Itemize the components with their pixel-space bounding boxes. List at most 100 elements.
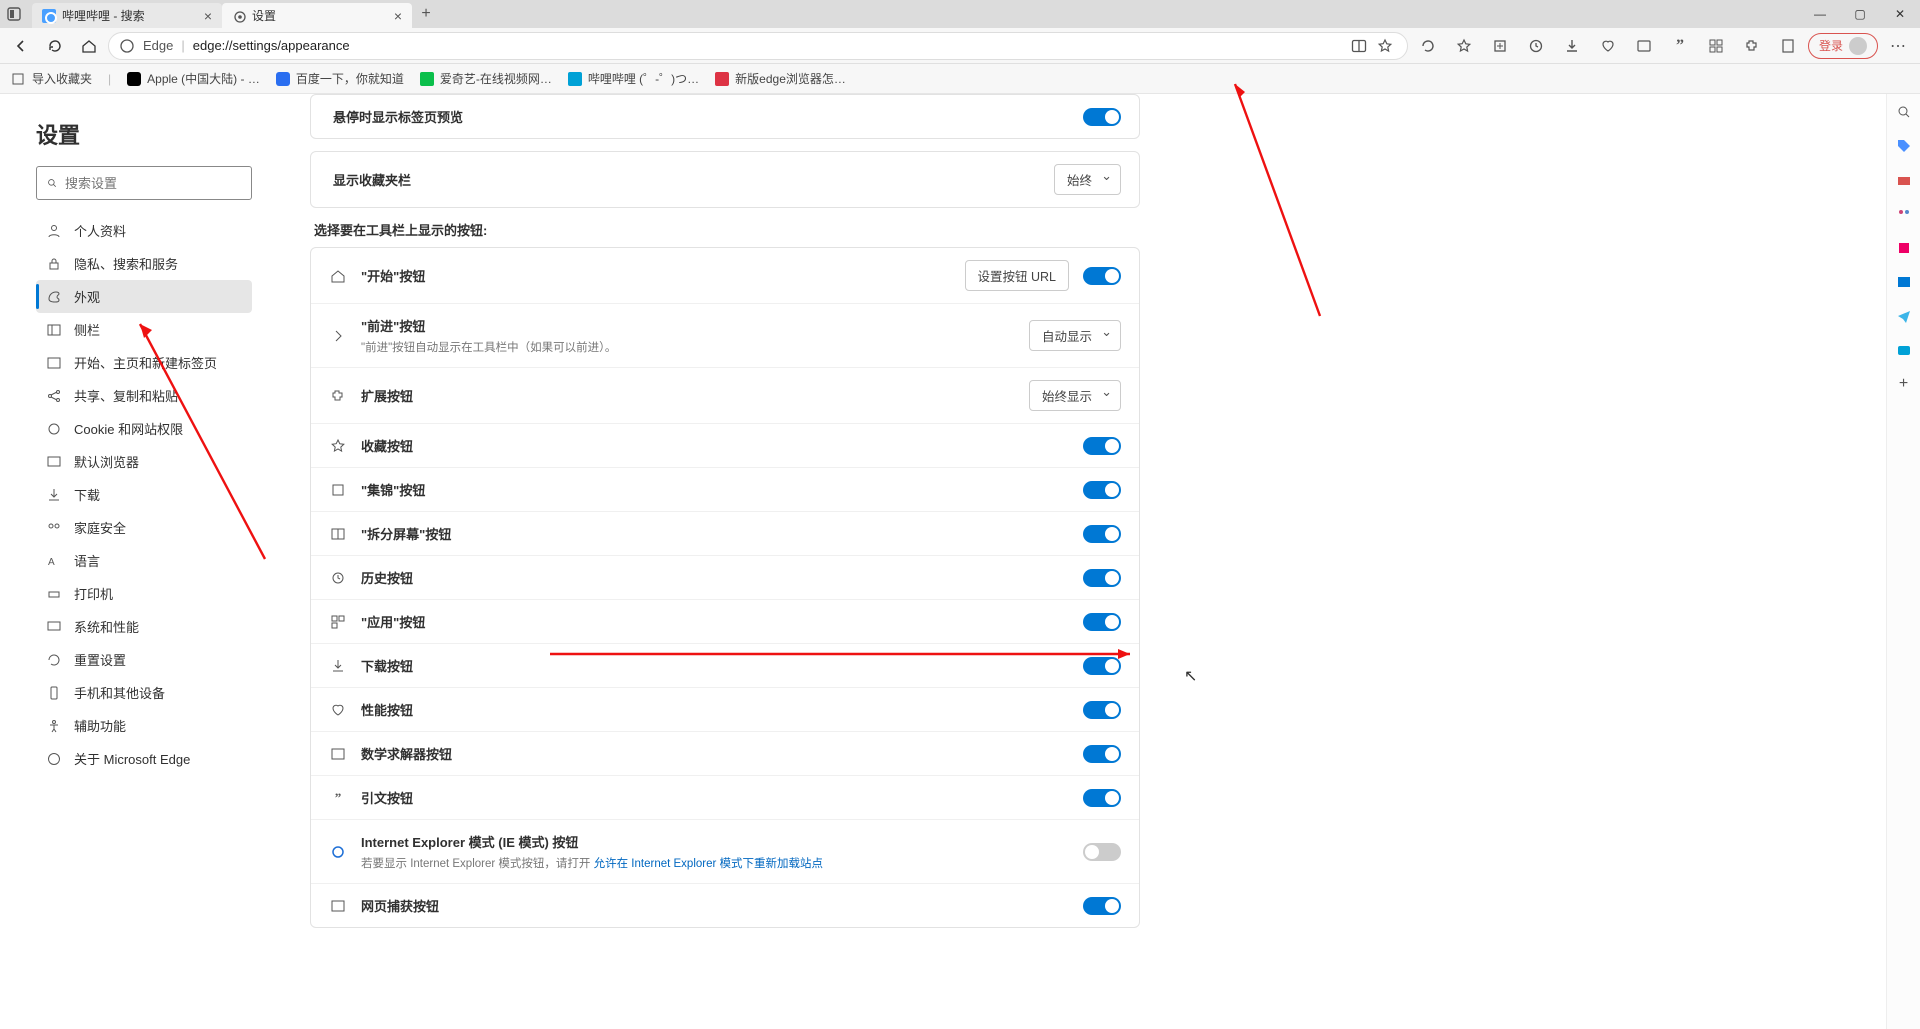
sidepanel-bilibili-icon[interactable] [1894, 340, 1914, 360]
row-split-screen-button: "拆分屏幕"按钮 [311, 512, 1139, 556]
math-icon[interactable] [1628, 30, 1660, 62]
split-screen-icon[interactable] [1351, 38, 1367, 54]
forward-icon [329, 327, 347, 345]
nav-share[interactable]: 共享、复制和粘贴 [36, 379, 252, 412]
toggle-history[interactable] [1083, 569, 1121, 587]
toggle-hover-preview[interactable] [1083, 108, 1121, 126]
toggle-split-screen[interactable] [1083, 525, 1121, 543]
refresh-sync-icon[interactable] [1412, 30, 1444, 62]
row-math-button: 数学求解器按钮 [311, 732, 1139, 776]
history-icon [329, 569, 347, 587]
row-hover-preview: 悬停时显示标签页预览 [311, 95, 1139, 138]
refresh-button[interactable] [40, 31, 70, 61]
nav-startpage[interactable]: 开始、主页和新建标签页 [36, 346, 252, 379]
reader-icon[interactable] [1772, 30, 1804, 62]
history-icon[interactable] [1520, 30, 1552, 62]
citation-icon[interactable]: ” [1664, 30, 1696, 62]
nav-privacy[interactable]: 隐私、搜索和服务 [36, 247, 252, 280]
tab-actions-icon[interactable] [0, 0, 28, 28]
nav-appearance[interactable]: 外观 [36, 280, 252, 313]
close-icon[interactable]: × [394, 8, 402, 24]
row-history-button: 历史按钮 [311, 556, 1139, 600]
sidepanel-search-icon[interactable] [1894, 102, 1914, 122]
more-icon[interactable]: ⋯ [1882, 30, 1914, 62]
nav-printers[interactable]: 打印机 [36, 577, 252, 610]
favorites-icon[interactable] [1448, 30, 1480, 62]
toggle-webcapture[interactable] [1083, 897, 1121, 915]
bookmark-import[interactable]: 导入收藏夹 [10, 70, 92, 87]
close-window-button[interactable]: ✕ [1880, 0, 1920, 28]
sidepanel-office-icon[interactable] [1894, 238, 1914, 258]
nav-profile[interactable]: 个人资料 [36, 214, 252, 247]
toggle-ie-mode[interactable] [1083, 843, 1121, 861]
sidepanel-add-icon[interactable]: + [1894, 374, 1914, 394]
downloads-icon[interactable] [1556, 30, 1588, 62]
sidepanel-send-icon[interactable] [1894, 306, 1914, 326]
bookmark-bilibili[interactable]: 哔哩哔哩 (゜-゜)つ… [568, 70, 699, 87]
webcapture-icon [329, 897, 347, 915]
gear-icon [232, 9, 246, 23]
download-icon [329, 657, 347, 675]
edge-icon [119, 38, 135, 54]
performance-icon[interactable] [1592, 30, 1624, 62]
nav-downloads[interactable]: 下载 [36, 478, 252, 511]
login-button[interactable]: 登录 [1808, 33, 1878, 59]
nav-accessibility[interactable]: 辅助功能 [36, 709, 252, 742]
nav-reset[interactable]: 重置设置 [36, 643, 252, 676]
nav-family[interactable]: 家庭安全 [36, 511, 252, 544]
math-icon [329, 745, 347, 763]
row-extensions-button: 扩展按钮 始终显示 [311, 368, 1139, 424]
extensions-icon[interactable] [1736, 30, 1768, 62]
nav-default-browser[interactable]: 默认浏览器 [36, 445, 252, 478]
nav-cookies[interactable]: Cookie 和网站权限 [36, 412, 252, 445]
nav-phone[interactable]: 手机和其他设备 [36, 676, 252, 709]
bookmark-iqiyi[interactable]: 爱奇艺-在线视频网… [420, 70, 552, 87]
row-collections-button: "集锦"按钮 [311, 468, 1139, 512]
sidepanel-tag-icon[interactable] [1894, 136, 1914, 156]
toggle-apps[interactable] [1083, 613, 1121, 631]
row-forward-button: "前进"按钮 "前进"按钮自动显示在工具栏中（如果可以前进）。 自动显示 [311, 304, 1139, 368]
row-performance-button: 性能按钮 [311, 688, 1139, 732]
bookmark-edge-guide[interactable]: 新版edge浏览器怎… [715, 70, 846, 87]
nav-system[interactable]: 系统和性能 [36, 610, 252, 643]
nav-languages[interactable]: A语言 [36, 544, 252, 577]
toggle-home-button[interactable] [1083, 267, 1121, 285]
window-controls: — ▢ ✕ [1800, 0, 1920, 28]
collections-icon[interactable] [1484, 30, 1516, 62]
nav-about[interactable]: 关于 Microsoft Edge [36, 742, 252, 775]
toggle-favorites[interactable] [1083, 437, 1121, 455]
sidepanel-people-icon[interactable] [1894, 204, 1914, 224]
settings-search[interactable] [36, 166, 252, 200]
toggle-performance[interactable] [1083, 701, 1121, 719]
star-add-icon[interactable] [1377, 38, 1393, 54]
tab-bilibili-search[interactable]: 哔哩哔哩 - 搜索 × [32, 3, 222, 28]
toggle-collections[interactable] [1083, 481, 1121, 499]
minimize-button[interactable]: — [1800, 0, 1840, 28]
avatar-icon [1849, 37, 1867, 55]
dropdown-forward[interactable]: 自动显示 [1029, 320, 1121, 351]
sidepanel-briefcase-icon[interactable] [1894, 170, 1914, 190]
back-button[interactable] [6, 31, 36, 61]
set-home-url-button[interactable]: 设置按钮 URL [965, 260, 1069, 291]
close-icon[interactable]: × [204, 8, 212, 24]
maximize-button[interactable]: ▢ [1840, 0, 1880, 28]
search-favicon [42, 9, 56, 23]
row-home-button: "开始"按钮 设置按钮 URL [311, 248, 1139, 304]
toggle-citation[interactable] [1083, 789, 1121, 807]
apps-icon[interactable] [1700, 30, 1732, 62]
ie-mode-link[interactable]: 允许在 Internet Explorer 模式下重新加载站点 [594, 858, 823, 870]
toggle-math[interactable] [1083, 745, 1121, 763]
settings-search-input[interactable] [65, 176, 241, 191]
nav-sidebar[interactable]: 侧栏 [36, 313, 252, 346]
annotation-arrow-split-icon [1225, 66, 1325, 326]
tab-settings[interactable]: 设置 × [222, 3, 412, 28]
dropdown-favorites-bar[interactable]: 始终 [1054, 164, 1121, 195]
bookmark-apple[interactable]: Apple (中国大陆) - … [127, 70, 260, 87]
dropdown-extensions[interactable]: 始终显示 [1029, 380, 1121, 411]
new-tab-button[interactable]: + [412, 0, 440, 28]
home-button[interactable] [74, 31, 104, 61]
bookmark-baidu[interactable]: 百度一下，你就知道 [276, 70, 404, 87]
address-bar[interactable]: Edge | edge://settings/appearance [108, 32, 1408, 60]
sidepanel-outlook-icon[interactable] [1894, 272, 1914, 292]
toggle-download[interactable] [1083, 657, 1121, 675]
